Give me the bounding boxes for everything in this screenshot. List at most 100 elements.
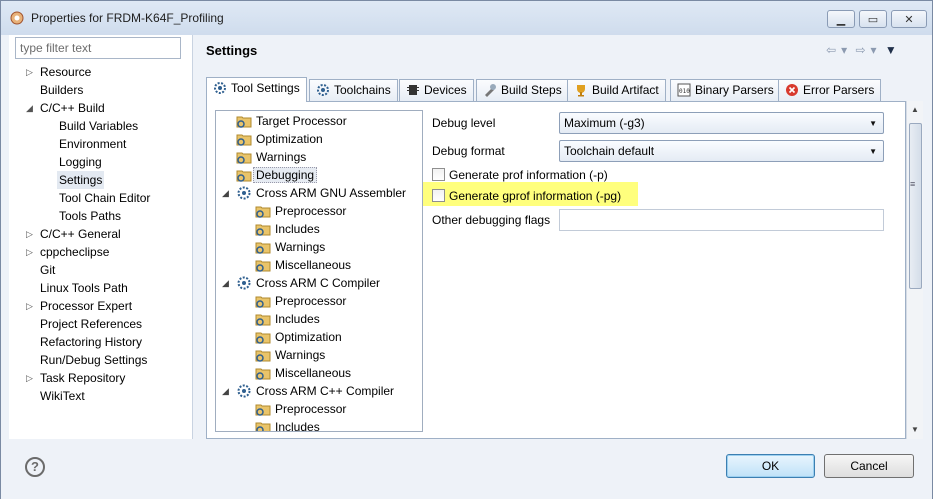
view-menu-icon[interactable]: ▼: [885, 43, 897, 57]
tree-item-warnings[interactable]: Warnings: [255, 238, 325, 256]
minimize-icon: ▁: [836, 13, 846, 26]
sidebar-item-settings[interactable]: Settings: [57, 171, 105, 189]
close-button[interactable]: ✕: [891, 10, 927, 28]
sidebar-item-resource[interactable]: ▷ Resource: [26, 63, 91, 81]
minimize-button[interactable]: ▁: [827, 10, 855, 28]
sidebar-item-label: cppcheclipse: [40, 245, 110, 259]
tab-label: Build Artifact: [592, 83, 659, 97]
debug-level-select[interactable]: Maximum (-g3) ▼: [559, 112, 884, 134]
scroll-down-icon[interactable]: ▼: [911, 425, 919, 434]
tab-build-steps[interactable]: Build Steps: [476, 79, 569, 101]
tab-devices[interactable]: Devices: [399, 79, 474, 101]
sidebar-item-label: WikiText: [40, 389, 85, 403]
tree-item-preprocessor[interactable]: Preprocessor: [255, 292, 346, 310]
tree-item-preprocessor[interactable]: Preprocessor: [255, 202, 346, 220]
sidebar-item-label: Git: [40, 263, 56, 277]
debug-format-label: Debug format: [432, 144, 505, 158]
sidebar-item-label: Run/Debug Settings: [40, 353, 148, 367]
scroll-up-icon[interactable]: ▲: [911, 105, 919, 114]
folder-settings-icon: [255, 242, 271, 254]
tree-item-miscellaneous[interactable]: Miscellaneous: [255, 256, 351, 274]
sidebar-item-tools-paths[interactable]: Tools Paths: [59, 207, 121, 225]
gear-icon: [317, 84, 329, 96]
sidebar-item-run-debug-settings[interactable]: Run/Debug Settings: [40, 351, 147, 369]
sidebar-item-cpp-build[interactable]: ◢ C/C++ Build: [26, 99, 105, 117]
tab-label: Toolchains: [334, 83, 391, 97]
sidebar-item-wikitext[interactable]: WikiText: [40, 387, 85, 405]
tab-binary-parsers[interactable]: 010 Binary Parsers: [670, 79, 781, 101]
back-arrow-icon[interactable]: ⇦: [826, 43, 836, 57]
tree-item-preprocessor[interactable]: Preprocessor: [255, 400, 346, 418]
chevron-down-icon: ▼: [869, 119, 877, 128]
sidebar-item-cpp-general[interactable]: ▷ C/C++ General: [26, 225, 121, 243]
sidebar-item-cppcheclipse[interactable]: ▷ cppcheclipse: [26, 243, 110, 261]
vertical-scrollbar[interactable]: ▲ ≡ ▼: [906, 101, 923, 439]
tab-error-parsers[interactable]: Error Parsers: [778, 79, 882, 101]
sidebar-item-linux-tools-path[interactable]: Linux Tools Path: [40, 279, 128, 297]
collapse-arrow-icon[interactable]: ◢: [222, 184, 229, 202]
sidebar-item-logging[interactable]: Logging: [59, 153, 102, 171]
tab-label: Devices: [424, 83, 467, 97]
tree-item-warnings[interactable]: Warnings: [255, 346, 325, 364]
filter-input[interactable]: [15, 37, 181, 59]
tab-tool-settings[interactable]: Tool Settings: [206, 77, 307, 102]
debug-level-label: Debug level: [432, 116, 496, 130]
expand-arrow-icon[interactable]: ▷: [26, 369, 33, 387]
tree-item-optimization[interactable]: Optimization: [255, 328, 342, 346]
collapse-arrow-icon[interactable]: ◢: [222, 382, 229, 400]
sidebar-item-project-references[interactable]: Project References: [40, 315, 142, 333]
tree-item-optimization[interactable]: Optimization: [236, 130, 323, 148]
scrollbar-thumb[interactable]: [909, 123, 922, 289]
tree-item-includes[interactable]: Includes: [255, 310, 320, 328]
other-flags-input[interactable]: [559, 209, 884, 231]
tree-item-includes[interactable]: Includes: [255, 220, 320, 238]
folder-settings-icon: [236, 170, 252, 182]
collapse-arrow-icon[interactable]: ◢: [222, 274, 229, 292]
expand-arrow-icon[interactable]: ▷: [26, 63, 33, 81]
collapse-arrow-icon[interactable]: ◢: [26, 99, 33, 117]
back-dropdown-icon[interactable]: ▾: [841, 43, 847, 57]
sidebar-item-builders[interactable]: Builders: [40, 81, 83, 99]
gen-gprof-option[interactable]: Generate gprof information (-pg): [432, 187, 621, 205]
maximize-button[interactable]: ▭: [859, 10, 887, 28]
sidebar-item-tool-chain-editor[interactable]: Tool Chain Editor: [59, 189, 150, 207]
sidebar-item-git[interactable]: Git: [40, 261, 55, 279]
tab-toolchains[interactable]: Toolchains: [309, 79, 398, 101]
cancel-button[interactable]: Cancel: [824, 454, 914, 478]
forward-dropdown-icon[interactable]: ▾: [871, 43, 877, 57]
tree-item-debugging[interactable]: Debugging: [236, 166, 318, 184]
tree-item-cross-arm-cpp-compiler[interactable]: ◢ Cross ARM C++ Compiler: [222, 382, 394, 400]
trophy-icon: [577, 85, 585, 97]
gen-prof-checkbox[interactable]: [432, 168, 445, 181]
help-icon[interactable]: ?: [25, 457, 45, 477]
tree-item-includes[interactable]: Includes: [255, 418, 320, 431]
error-icon: [786, 84, 798, 96]
sidebar-item-task-repository[interactable]: ▷ Task Repository: [26, 369, 125, 387]
tree-item-target-processor[interactable]: Target Processor: [236, 112, 347, 130]
tab-bar: Tool Settings Toolchains Devices Build S…: [206, 77, 906, 102]
expand-arrow-icon[interactable]: ▷: [26, 243, 33, 261]
tree-item-cross-arm-gnu-assembler[interactable]: ◢ Cross ARM GNU Assembler: [222, 184, 406, 202]
debug-format-select[interactable]: Toolchain default ▼: [559, 140, 884, 162]
sidebar-item-environment[interactable]: Environment: [59, 135, 126, 153]
expand-arrow-icon[interactable]: ▷: [26, 225, 33, 243]
expand-arrow-icon[interactable]: ▷: [26, 297, 33, 315]
sidebar-item-build-variables[interactable]: Build Variables: [59, 117, 138, 135]
sidebar-item-label: Builders: [40, 83, 84, 97]
tab-build-artifact[interactable]: Build Artifact: [567, 79, 666, 101]
gen-gprof-checkbox[interactable]: [432, 189, 445, 202]
sidebar-item-label: Refactoring History: [40, 335, 143, 349]
forward-arrow-icon[interactable]: ⇨: [855, 43, 865, 57]
tree-item-warnings[interactable]: Warnings: [236, 148, 306, 166]
tree-item-cross-arm-c-compiler[interactable]: ◢ Cross ARM C Compiler: [222, 274, 380, 292]
folder-settings-icon: [255, 404, 271, 416]
gen-prof-option[interactable]: Generate prof information (-p): [432, 166, 608, 184]
folder-settings-icon: [255, 296, 271, 308]
properties-app-icon: [10, 11, 24, 25]
sidebar-item-processor-expert[interactable]: ▷ Processor Expert: [26, 297, 132, 315]
sidebar-item-label: Tool Chain Editor: [59, 191, 151, 205]
tree-item-miscellaneous[interactable]: Miscellaneous: [255, 364, 351, 382]
ok-button[interactable]: OK: [726, 454, 815, 478]
main-panel: Settings ⇦ ▾ ⇨ ▾ ▼ Tool Settings Toolchain…: [194, 35, 925, 439]
sidebar-item-refactoring-history[interactable]: Refactoring History: [40, 333, 142, 351]
